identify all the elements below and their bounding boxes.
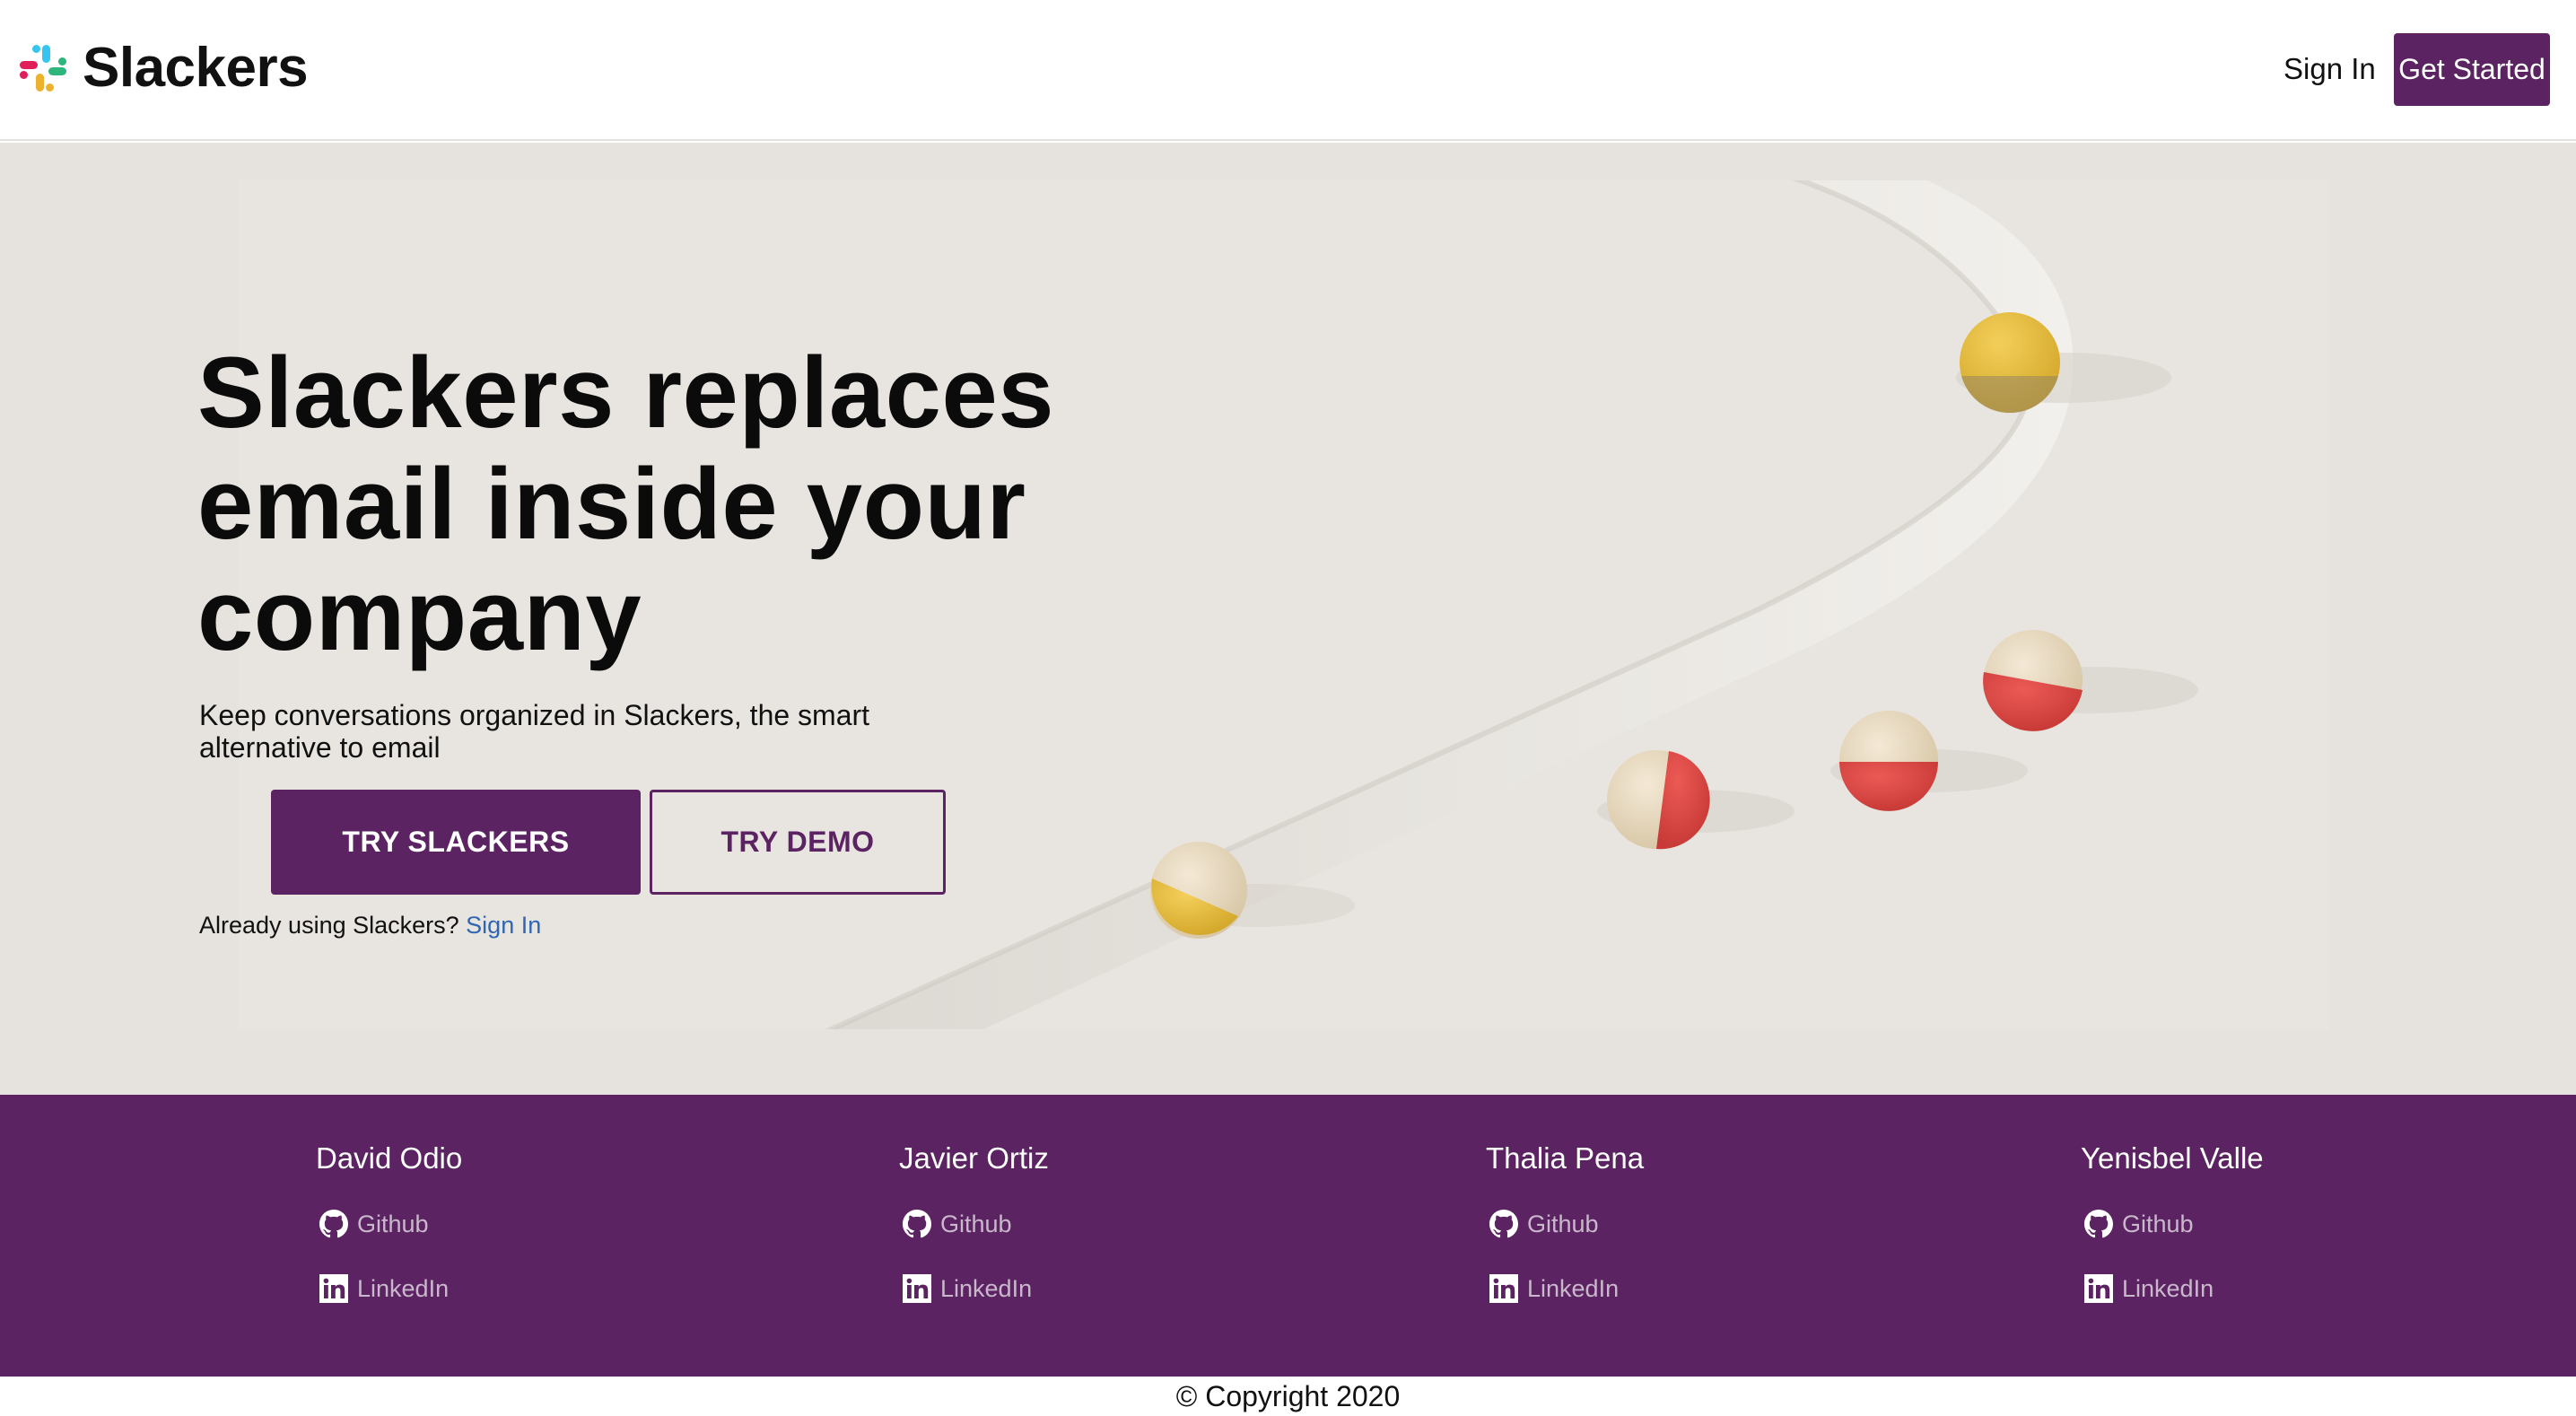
linkedin-label: LinkedIn [2122,1274,2214,1302]
linkedin-icon [903,1274,931,1303]
linkedin-icon [1489,1274,1518,1303]
github-label: Github [2122,1210,2194,1237]
member-name: Thalia Pena [1486,1141,1645,1175]
team-member: Javier Ortiz Github LinkedIn [899,1141,1049,1339]
linkedin-link[interactable]: LinkedIn [903,1274,1049,1303]
github-label: Github [940,1210,1012,1237]
get-started-button[interactable]: Get Started [2394,33,2550,106]
team-member: David Odio Github LinkedIn [316,1141,462,1339]
github-icon [319,1210,348,1238]
already-using-label: Already using Slackers? [199,912,459,939]
hero-subtitle: Keep conversations organized in Slackers… [199,699,870,764]
linkedin-link[interactable]: LinkedIn [2084,1274,2264,1303]
hero-section: Slackers replaces email inside your comp… [0,143,2576,1095]
github-link[interactable]: Github [903,1210,1049,1238]
github-icon [1489,1210,1518,1238]
hero-title: Slackers replaces email inside your comp… [197,337,1055,671]
member-name: David Odio [316,1141,463,1175]
copyright-text: © Copyright 2020 [1175,1380,1401,1412]
linkedin-link[interactable]: LinkedIn [319,1274,462,1303]
github-link[interactable]: Github [2084,1210,2264,1238]
slack-logo-icon [20,45,66,92]
try-demo-button[interactable]: TRY DEMO [650,790,946,895]
try-slackers-button[interactable]: TRY SLACKERS [271,790,641,895]
team-member: Thalia Pena Github LinkedIn [1486,1141,1644,1339]
already-using-text: Already using Slackers? Sign In [199,912,541,940]
github-link[interactable]: Github [319,1210,462,1238]
linkedin-label: LinkedIn [1527,1274,1620,1302]
member-name: Javier Ortiz [899,1141,1049,1175]
linkedin-icon [2084,1274,2113,1303]
linkedin-icon [319,1274,348,1303]
team-footer: David Odio Github LinkedIn Javier Ortiz … [0,1095,2576,1377]
linkedin-label: LinkedIn [940,1274,1033,1302]
linkedin-link[interactable]: LinkedIn [1489,1274,1644,1303]
linkedin-label: LinkedIn [357,1274,450,1302]
github-icon [903,1210,931,1238]
team-member: Yenisbel Valle Github LinkedIn [2081,1141,2264,1339]
brand-name[interactable]: Slackers [83,36,309,100]
github-link[interactable]: Github [1489,1210,1644,1238]
hero-sign-in-link[interactable]: Sign In [466,912,541,939]
github-icon [2084,1210,2113,1238]
header-sign-in-link[interactable]: Sign In [2283,52,2376,86]
github-label: Github [357,1210,429,1237]
github-label: Github [1527,1210,1599,1237]
member-name: Yenisbel Valle [2081,1141,2264,1175]
site-header: Slackers Sign In Get Started [0,0,2576,141]
